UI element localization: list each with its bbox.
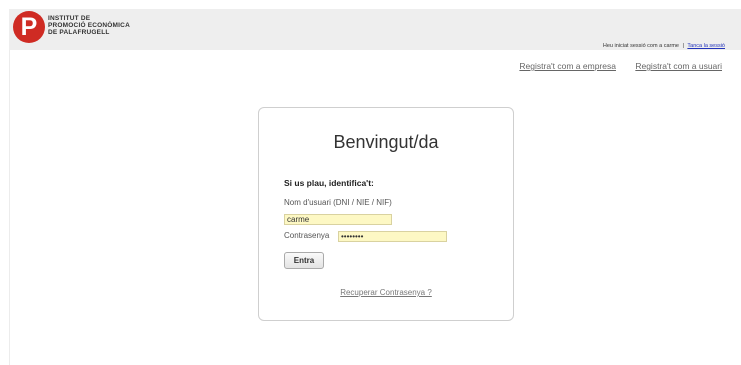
login-button[interactable]: Entra xyxy=(284,252,324,269)
logo-text: INSTITUT DE PROMOCIÓ ECONÒMICA DE PALAFR… xyxy=(48,15,168,36)
logo-line: PROMOCIÓ ECONÒMICA xyxy=(48,22,130,29)
register-company-link[interactable]: Registra't com a empresa xyxy=(519,61,616,71)
login-panel: Benvingut/da Si us plau, identifica't: N… xyxy=(258,107,514,321)
session-info: Heu iniciat sessió com a carme | Tanca l… xyxy=(603,43,725,49)
session-separator: | xyxy=(682,43,684,49)
logout-link[interactable]: Tanca la sessió xyxy=(687,43,725,49)
logo-icon[interactable]: P xyxy=(13,11,45,43)
password-input[interactable] xyxy=(338,231,447,242)
logo-line: INSTITUT DE xyxy=(48,15,91,22)
password-label: Contrasenya xyxy=(284,231,330,240)
page: P INSTITUT DE PROMOCIÓ ECONÒMICA DE PALA… xyxy=(0,0,741,365)
login-subtitle: Si us plau, identifica't: xyxy=(284,178,374,188)
session-status-text: Heu iniciat sessió com a carme xyxy=(602,43,679,49)
header-bar: P INSTITUT DE PROMOCIÓ ECONÒMICA DE PALA… xyxy=(9,9,741,50)
logo-line: DE PALAFRUGELL xyxy=(48,29,110,36)
left-divider xyxy=(9,50,10,365)
recover-password-link[interactable]: Recuperar Contrasenya ? xyxy=(259,288,513,297)
register-user-link[interactable]: Registra't com a usuari xyxy=(635,61,722,71)
login-title: Benvingut/da xyxy=(333,132,439,152)
registration-links: Registra't com a empresa Registra't com … xyxy=(519,61,722,71)
username-label: Nom d'usuari (DNI / NIE / NIF) xyxy=(284,198,392,207)
username-input[interactable] xyxy=(284,214,392,225)
